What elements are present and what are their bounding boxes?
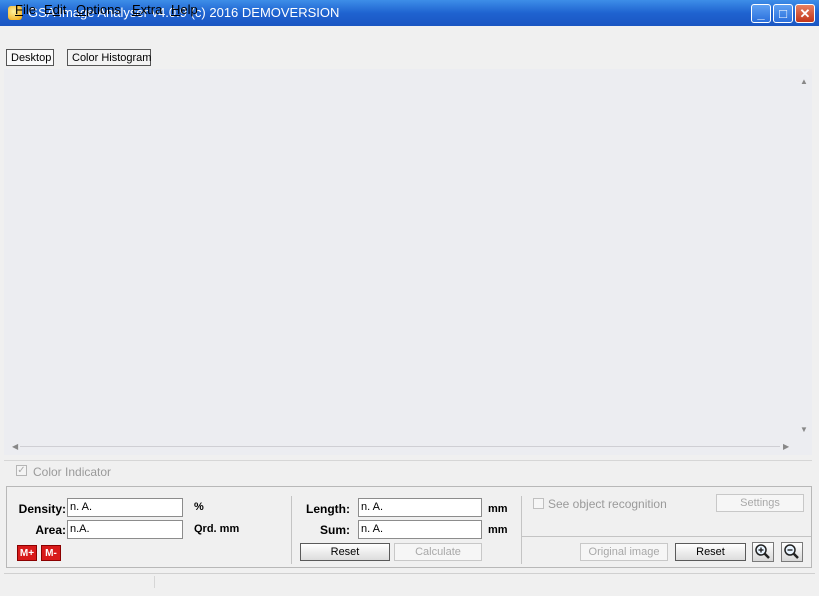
menu-extra-mnemonic: E [132, 2, 141, 17]
panel-divider [291, 496, 292, 564]
menu-extra-label: xtra [140, 2, 163, 17]
density-field[interactable]: n. A. [67, 498, 183, 517]
sum-field[interactable]: n. A. [358, 520, 482, 539]
menu-bar [0, 26, 819, 46]
scroll-down-icon[interactable]: ▼ [800, 425, 808, 434]
length-unit: mm [488, 503, 508, 515]
menu-options[interactable]: Options [76, 2, 121, 17]
scroll-up-icon[interactable]: ▲ [800, 77, 808, 86]
color-indicator-row [4, 460, 812, 483]
menu-file[interactable]: File [15, 2, 36, 17]
minimize-icon: _ [757, 6, 765, 21]
menu-help-mnemonic: H [171, 2, 181, 17]
memory-subtract-button[interactable]: M- [41, 545, 61, 561]
color-indicator-label: Color Indicator [33, 465, 112, 479]
area-label: Area: [35, 523, 66, 537]
density-unit: % [194, 501, 204, 513]
menu-help-label: elp [180, 2, 198, 17]
status-pane [4, 576, 155, 588]
menu-options-mnemonic: O [76, 2, 87, 17]
scroll-right-icon[interactable]: ▶ [783, 442, 789, 451]
object-recognition-label: See object recognition [548, 497, 667, 511]
menu-extra[interactable]: Extra [132, 2, 162, 17]
original-image-button[interactable]: Original image [580, 543, 668, 561]
panel-divider [522, 536, 811, 537]
area-field[interactable]: n.A. [67, 520, 183, 539]
tab-color-histogram[interactable]: Color Histogram [67, 49, 151, 66]
maximize-button[interactable]: □ [773, 4, 793, 23]
maximize-icon: □ [779, 6, 787, 21]
close-button[interactable]: ✕ [795, 4, 815, 23]
object-recognition-checkbox[interactable] [533, 498, 544, 509]
panel-divider [521, 496, 522, 564]
density-label: Density: [18, 502, 66, 516]
sum-label: Sum: [320, 523, 350, 537]
image-canvas[interactable] [4, 69, 812, 455]
menu-help[interactable]: Help [171, 2, 198, 17]
calculate-button[interactable]: Calculate [394, 543, 482, 561]
menu-file-label: ile [22, 2, 36, 17]
zoom-out-button[interactable] [781, 542, 803, 562]
menu-edit[interactable]: Edit [44, 2, 66, 17]
menu-options-label: ptions [86, 2, 121, 17]
color-indicator-checkbox[interactable]: ✓ [16, 465, 27, 476]
sum-unit: mm [488, 524, 508, 536]
length-label: Length: [306, 502, 350, 516]
length-reset-button[interactable]: Reset [300, 543, 390, 561]
zoom-in-button[interactable] [752, 542, 774, 562]
zoom-in-icon [755, 544, 770, 559]
close-icon: ✕ [799, 6, 811, 21]
minimize-button[interactable]: _ [751, 4, 771, 23]
scroll-left-icon[interactable]: ◀ [12, 442, 18, 451]
settings-button[interactable]: Settings [716, 494, 804, 512]
zoom-out-icon [784, 544, 799, 559]
menu-edit-label-start: E [44, 2, 53, 17]
length-field[interactable]: n. A. [358, 498, 482, 517]
tab-desktop[interactable]: Desktop [6, 49, 54, 66]
area-unit: Qrd. mm [194, 523, 240, 535]
menu-edit-label-end: it [59, 2, 67, 17]
memory-add-button[interactable]: M+ [17, 545, 37, 561]
menu-file-mnemonic: F [15, 2, 23, 17]
horizontal-scrollbar[interactable] [20, 446, 780, 447]
image-reset-button[interactable]: Reset [675, 543, 746, 561]
menu-edit-mnemonic: d [52, 2, 60, 17]
